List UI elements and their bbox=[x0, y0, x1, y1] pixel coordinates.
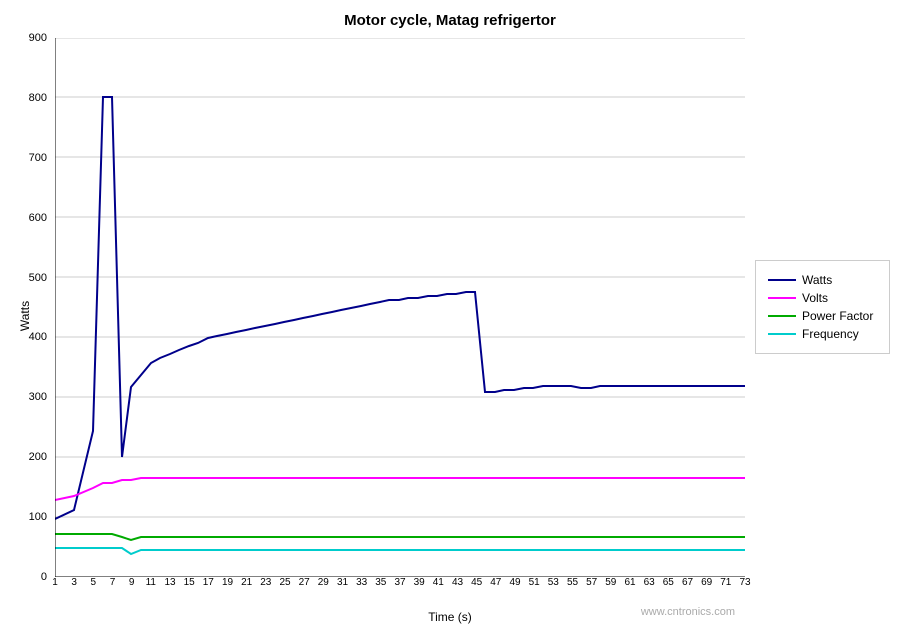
x-tick-71: 71 bbox=[720, 577, 731, 588]
x-tick-45: 45 bbox=[471, 577, 482, 588]
x-tick-35: 35 bbox=[375, 577, 386, 588]
x-tick-3: 3 bbox=[71, 577, 77, 588]
volts-line bbox=[55, 478, 745, 500]
x-tick-61: 61 bbox=[624, 577, 635, 588]
x-tick-43: 43 bbox=[452, 577, 463, 588]
legend-label-frequency: Frequency bbox=[802, 327, 859, 341]
legend-line-watts bbox=[768, 279, 796, 281]
x-tick-33: 33 bbox=[356, 577, 367, 588]
legend-label-watts: Watts bbox=[802, 273, 832, 287]
x-tick-65: 65 bbox=[663, 577, 674, 588]
x-tick-69: 69 bbox=[701, 577, 712, 588]
x-axis-label: Time (s) bbox=[428, 610, 472, 624]
legend-label-powerfactor: Power Factor bbox=[802, 309, 873, 323]
chart-svg bbox=[55, 38, 745, 577]
x-tick-59: 59 bbox=[605, 577, 616, 588]
x-tick-5: 5 bbox=[91, 577, 97, 588]
watts-line bbox=[55, 97, 745, 519]
x-tick-23: 23 bbox=[260, 577, 271, 588]
powerfactor-line bbox=[55, 534, 745, 540]
x-tick-49: 49 bbox=[509, 577, 520, 588]
x-tick-11: 11 bbox=[146, 577, 156, 588]
x-tick-31: 31 bbox=[337, 577, 348, 588]
y-tick-100: 100 bbox=[29, 511, 47, 523]
x-tick-67: 67 bbox=[682, 577, 693, 588]
x-tick-47: 47 bbox=[490, 577, 501, 588]
x-tick-9: 9 bbox=[129, 577, 135, 588]
x-tick-1: 1 bbox=[52, 577, 58, 588]
x-tick-63: 63 bbox=[644, 577, 655, 588]
legend-item-volts: Volts bbox=[768, 291, 877, 305]
x-tick-21: 21 bbox=[241, 577, 252, 588]
legend-item-frequency: Frequency bbox=[768, 327, 877, 341]
x-tick-25: 25 bbox=[279, 577, 290, 588]
y-tick-0: 0 bbox=[41, 571, 47, 583]
x-tick-19: 19 bbox=[222, 577, 233, 588]
legend-line-frequency bbox=[768, 333, 796, 335]
x-tick-53: 53 bbox=[548, 577, 559, 588]
chart-title: Motor cycle, Matag refrigertor bbox=[0, 0, 900, 29]
chart-container: Motor cycle, Matag refrigertor Watts Tim… bbox=[0, 0, 900, 632]
y-tick-900: 900 bbox=[29, 32, 47, 44]
y-tick-300: 300 bbox=[29, 391, 47, 403]
watermark: www.cntronics.com bbox=[641, 606, 735, 618]
y-ticks: 900 800 700 600 500 400 300 200 100 0 bbox=[0, 38, 52, 577]
x-ticks: 1 3 5 7 9 11 13 15 17 19 21 23 25 27 29 … bbox=[55, 577, 745, 597]
x-tick-27: 27 bbox=[299, 577, 310, 588]
x-tick-17: 17 bbox=[203, 577, 214, 588]
legend-item-powerfactor: Power Factor bbox=[768, 309, 877, 323]
frequency-line bbox=[55, 548, 745, 554]
legend-line-volts bbox=[768, 297, 796, 299]
x-tick-55: 55 bbox=[567, 577, 578, 588]
x-tick-15: 15 bbox=[184, 577, 195, 588]
y-tick-500: 500 bbox=[29, 272, 47, 284]
x-tick-41: 41 bbox=[433, 577, 444, 588]
chart-legend: Watts Volts Power Factor Frequency bbox=[755, 260, 890, 354]
x-tick-57: 57 bbox=[586, 577, 597, 588]
y-tick-700: 700 bbox=[29, 152, 47, 164]
y-tick-400: 400 bbox=[29, 331, 47, 343]
legend-item-watts: Watts bbox=[768, 273, 877, 287]
y-tick-800: 800 bbox=[29, 92, 47, 104]
x-tick-7: 7 bbox=[110, 577, 116, 588]
x-tick-39: 39 bbox=[414, 577, 425, 588]
x-tick-37: 37 bbox=[394, 577, 405, 588]
x-tick-13: 13 bbox=[164, 577, 175, 588]
y-tick-200: 200 bbox=[29, 451, 47, 463]
x-tick-29: 29 bbox=[318, 577, 329, 588]
x-tick-73: 73 bbox=[739, 577, 750, 588]
legend-label-volts: Volts bbox=[802, 291, 828, 305]
legend-line-powerfactor bbox=[768, 315, 796, 317]
y-tick-600: 600 bbox=[29, 212, 47, 224]
x-tick-51: 51 bbox=[529, 577, 540, 588]
